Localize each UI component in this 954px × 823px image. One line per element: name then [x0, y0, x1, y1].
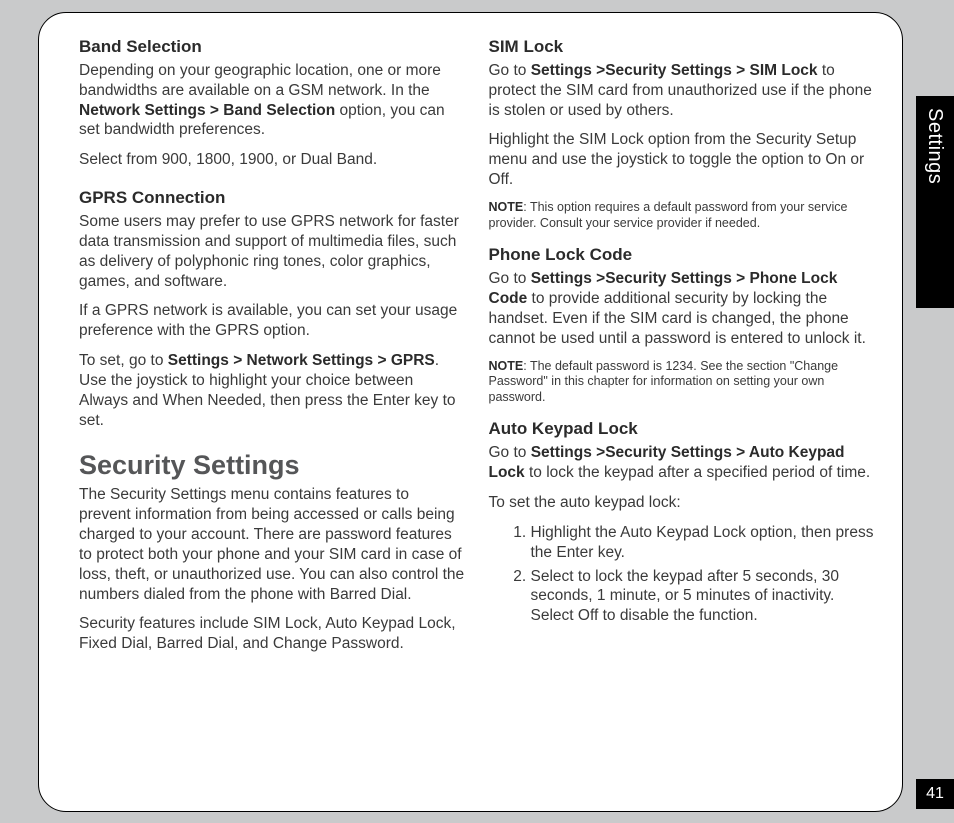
heading-security-settings: Security Settings: [79, 450, 465, 481]
plc-paragraph-1: Go to Settings >Security Settings > Phon…: [489, 269, 875, 348]
band-paragraph-1: Depending on your geographic location, o…: [79, 61, 465, 140]
heading-auto-keypad-lock: Auto Keypad Lock: [489, 419, 875, 439]
akl-paragraph-1: Go to Settings >Security Settings > Auto…: [489, 443, 875, 483]
text: Depending on your geographic location, o…: [79, 62, 441, 99]
right-column: SIM Lock Go to Settings >Security Settin…: [489, 37, 875, 789]
akl-steps: Highlight the Auto Keypad Lock option, t…: [489, 523, 875, 626]
text: Go to: [489, 444, 531, 461]
manual-page: Band Selection Depending on your geograp…: [38, 12, 903, 812]
security-paragraph-1: The Security Settings menu contains feat…: [79, 485, 465, 604]
bold-path: Settings >Security Settings > SIM Lock: [531, 62, 818, 79]
left-column: Band Selection Depending on your geograp…: [79, 37, 465, 789]
bold-path: Network Settings > Band Selection: [79, 102, 335, 119]
plc-note: NOTE: The default password is 1234. See …: [489, 359, 875, 406]
note-text: : The default password is 1234. See the …: [489, 359, 839, 404]
sim-paragraph-1: Go to Settings >Security Settings > SIM …: [489, 61, 875, 120]
gprs-paragraph-1: Some users may prefer to use GPRS networ…: [79, 212, 465, 291]
text: to provide additional security by lockin…: [489, 290, 866, 347]
akl-step-2: Select to lock the keypad after 5 second…: [531, 567, 875, 626]
akl-paragraph-2: To set the auto keypad lock:: [489, 493, 875, 513]
note-text: : This option requires a default passwor…: [489, 200, 848, 230]
heading-phone-lock-code: Phone Lock Code: [489, 245, 875, 265]
note-label: NOTE: [489, 200, 524, 214]
heading-gprs: GPRS Connection: [79, 188, 465, 208]
band-paragraph-2: Select from 900, 1800, 1900, or Dual Ban…: [79, 150, 465, 170]
security-paragraph-2: Security features include SIM Lock, Auto…: [79, 614, 465, 654]
heading-band-selection: Band Selection: [79, 37, 465, 57]
text: to lock the keypad after a specified per…: [525, 464, 871, 481]
gprs-paragraph-2: If a GPRS network is available, you can …: [79, 301, 465, 341]
note-label: NOTE: [489, 359, 524, 373]
sim-note: NOTE: This option requires a default pas…: [489, 200, 875, 231]
gprs-paragraph-3: To set, go to Settings > Network Setting…: [79, 351, 465, 430]
text: Go to: [489, 62, 531, 79]
text: To set, go to: [79, 352, 168, 369]
akl-step-1: Highlight the Auto Keypad Lock option, t…: [531, 523, 875, 563]
page-number: 41: [916, 779, 954, 809]
text: Go to: [489, 270, 531, 287]
two-column-layout: Band Selection Depending on your geograp…: [79, 37, 874, 789]
side-tab-settings: Settings: [916, 96, 954, 308]
bold-path: Settings > Network Settings > GPRS: [168, 352, 435, 369]
sim-paragraph-2: Highlight the SIM Lock option from the S…: [489, 130, 875, 189]
heading-sim-lock: SIM Lock: [489, 37, 875, 57]
